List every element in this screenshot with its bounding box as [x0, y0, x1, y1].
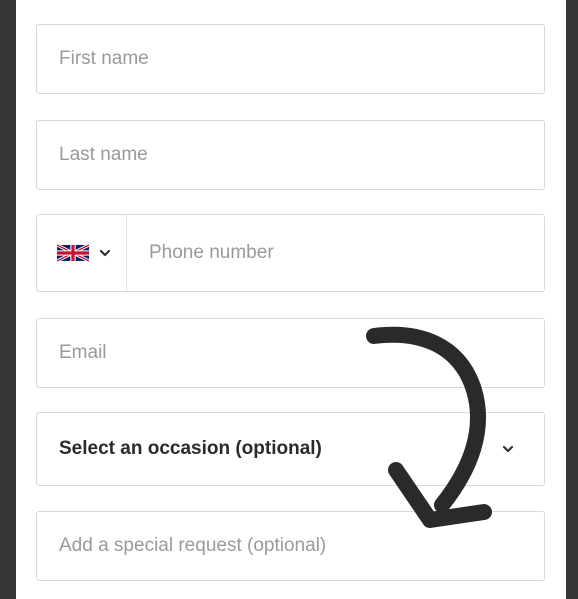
email-field[interactable]: Email: [36, 318, 545, 388]
first-name-field[interactable]: First name: [36, 24, 545, 94]
phone-field[interactable]: Phone number: [36, 214, 545, 292]
uk-flag-icon: [57, 244, 89, 262]
occasion-selected-value: Select an occasion (optional): [59, 438, 322, 459]
last-name-field[interactable]: Last name: [36, 120, 545, 190]
email-placeholder: Email: [59, 342, 107, 363]
occasion-select[interactable]: Select an occasion (optional): [36, 412, 545, 486]
country-code-selector[interactable]: [37, 215, 127, 291]
phone-number-placeholder: Phone number: [149, 242, 274, 263]
screenshot-frame: First name Last name Phone number Email …: [0, 0, 578, 599]
special-request-placeholder: Add a special request (optional): [59, 535, 327, 556]
chevron-down-icon: [99, 249, 111, 257]
special-request-field[interactable]: Add a special request (optional): [36, 511, 545, 581]
chevron-down-icon: [502, 445, 514, 453]
first-name-placeholder: First name: [59, 48, 149, 69]
last-name-placeholder: Last name: [59, 144, 148, 165]
